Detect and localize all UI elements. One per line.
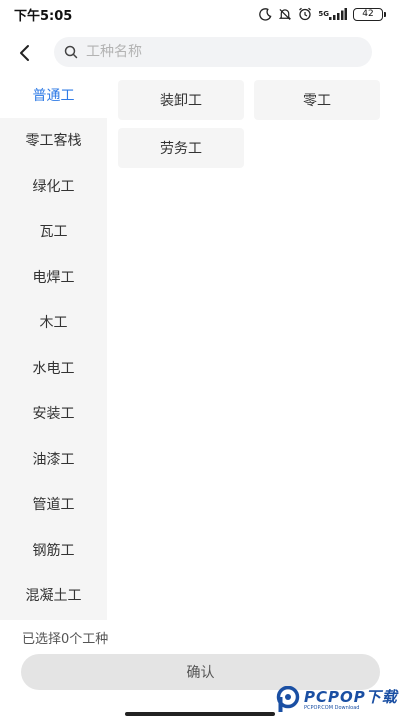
option-grid: 装卸工 零工 劳务工 <box>118 80 380 168</box>
subcategory-panel: 装卸工 零工 劳务工 <box>107 72 400 620</box>
option-chip[interactable]: 劳务工 <box>118 128 244 168</box>
battery-level: 42 <box>353 7 383 21</box>
header <box>0 30 400 74</box>
selected-count-text: 已选择0个工种 <box>22 632 109 647</box>
sidebar-item[interactable]: 瓦工 <box>0 209 107 255</box>
status-bar: 下午5:05 5G 42 <box>0 0 400 28</box>
watermark-text: PCPOP下载 <box>304 688 398 706</box>
sidebar-item[interactable]: 管道工 <box>0 482 107 528</box>
signal-icon: 5G <box>318 8 347 20</box>
mute-icon <box>278 8 292 21</box>
option-chip[interactable]: 零工 <box>254 80 380 120</box>
watermark-logo-icon <box>276 686 300 712</box>
back-button[interactable] <box>10 38 40 68</box>
sidebar-item[interactable]: 钢筋工 <box>0 527 107 573</box>
sidebar-item[interactable]: 安装工 <box>0 391 107 437</box>
network-tag: 5G <box>318 9 329 18</box>
option-chip[interactable]: 装卸工 <box>118 80 244 120</box>
sidebar-item[interactable]: 绿化工 <box>0 163 107 209</box>
chevron-left-icon <box>20 45 29 61</box>
status-icons: 5G 42 <box>259 7 386 21</box>
sidebar-item[interactable]: 零工客栈 <box>0 118 107 164</box>
search-bar[interactable] <box>54 37 372 67</box>
watermark-subtext: PCPOP.COM Download <box>304 705 360 711</box>
category-sidebar: 普通工 零工客栈 绿化工 瓦工 电焊工 木工 水电工 安装工 油漆工 管道工 钢筋工 混凝土工 <box>0 72 107 620</box>
home-indicator[interactable] <box>125 712 275 716</box>
app-screen: 下午5:05 5G 42 工种名称 普通工 零工客栈 绿化工 瓦工 电焊工 木工… <box>0 0 400 720</box>
sidebar-item[interactable]: 水电工 <box>0 345 107 391</box>
sidebar-item[interactable]: 混凝土工 <box>0 573 107 619</box>
battery-icon: 42 <box>353 7 386 21</box>
watermark: PCPOP下载 PCPOP.COM Download <box>276 684 398 716</box>
status-time: 下午5:05 <box>14 8 73 24</box>
sidebar-item[interactable]: 木工 <box>0 300 107 346</box>
search-icon <box>64 45 78 59</box>
sidebar-item[interactable]: 电焊工 <box>0 254 107 300</box>
alarm-icon <box>298 7 312 21</box>
sidebar-item[interactable]: 油漆工 <box>0 436 107 482</box>
moon-icon <box>259 7 272 21</box>
search-input[interactable] <box>84 43 348 61</box>
sidebar-item[interactable]: 普通工 <box>0 72 107 118</box>
